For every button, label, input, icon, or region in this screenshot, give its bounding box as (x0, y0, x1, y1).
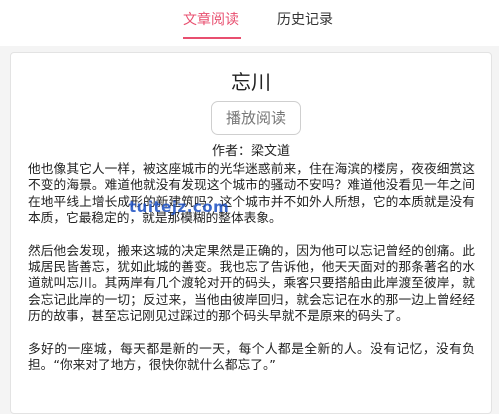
article-paragraph: 他也像其它人一样，被这座城市的光华迷惑前来，住在海滨的楼房，夜夜细赏这不变的海景… (28, 161, 475, 226)
article-title: 忘川 (231, 70, 271, 94)
play-reading-button[interactable]: 播放阅读 (211, 101, 301, 135)
article-paragraph: 然后他会发现，搬来这城的决定果然是正确的，因为他可以忘记曾经的创痛。此城居民皆善… (28, 242, 475, 324)
tab-bar: 文章阅读 历史记录 (0, 0, 499, 46)
article-author: 作者：梁文道 (211, 144, 290, 159)
article-content: 他也像其它人一样，被这座城市的光华迷惑前来，住在海滨的楼房，夜夜细赏这不变的海景… (28, 161, 475, 389)
tab-history[interactable]: 历史记录 (277, 10, 333, 30)
watermark: tuitejz.com (129, 198, 230, 216)
article-card: 忘川 播放阅读 作者：梁文道 他也像其它人一样，被这座城市的光华迷惑前来，住在海… (10, 52, 492, 414)
active-tab-indicator (183, 37, 241, 39)
article-paragraph: 多好的一座城，每天都是新的一天，每个人都是全新的人。没有记忆，没有负担。“你来对… (28, 340, 475, 373)
tab-article-read[interactable]: 文章阅读 (183, 10, 239, 30)
